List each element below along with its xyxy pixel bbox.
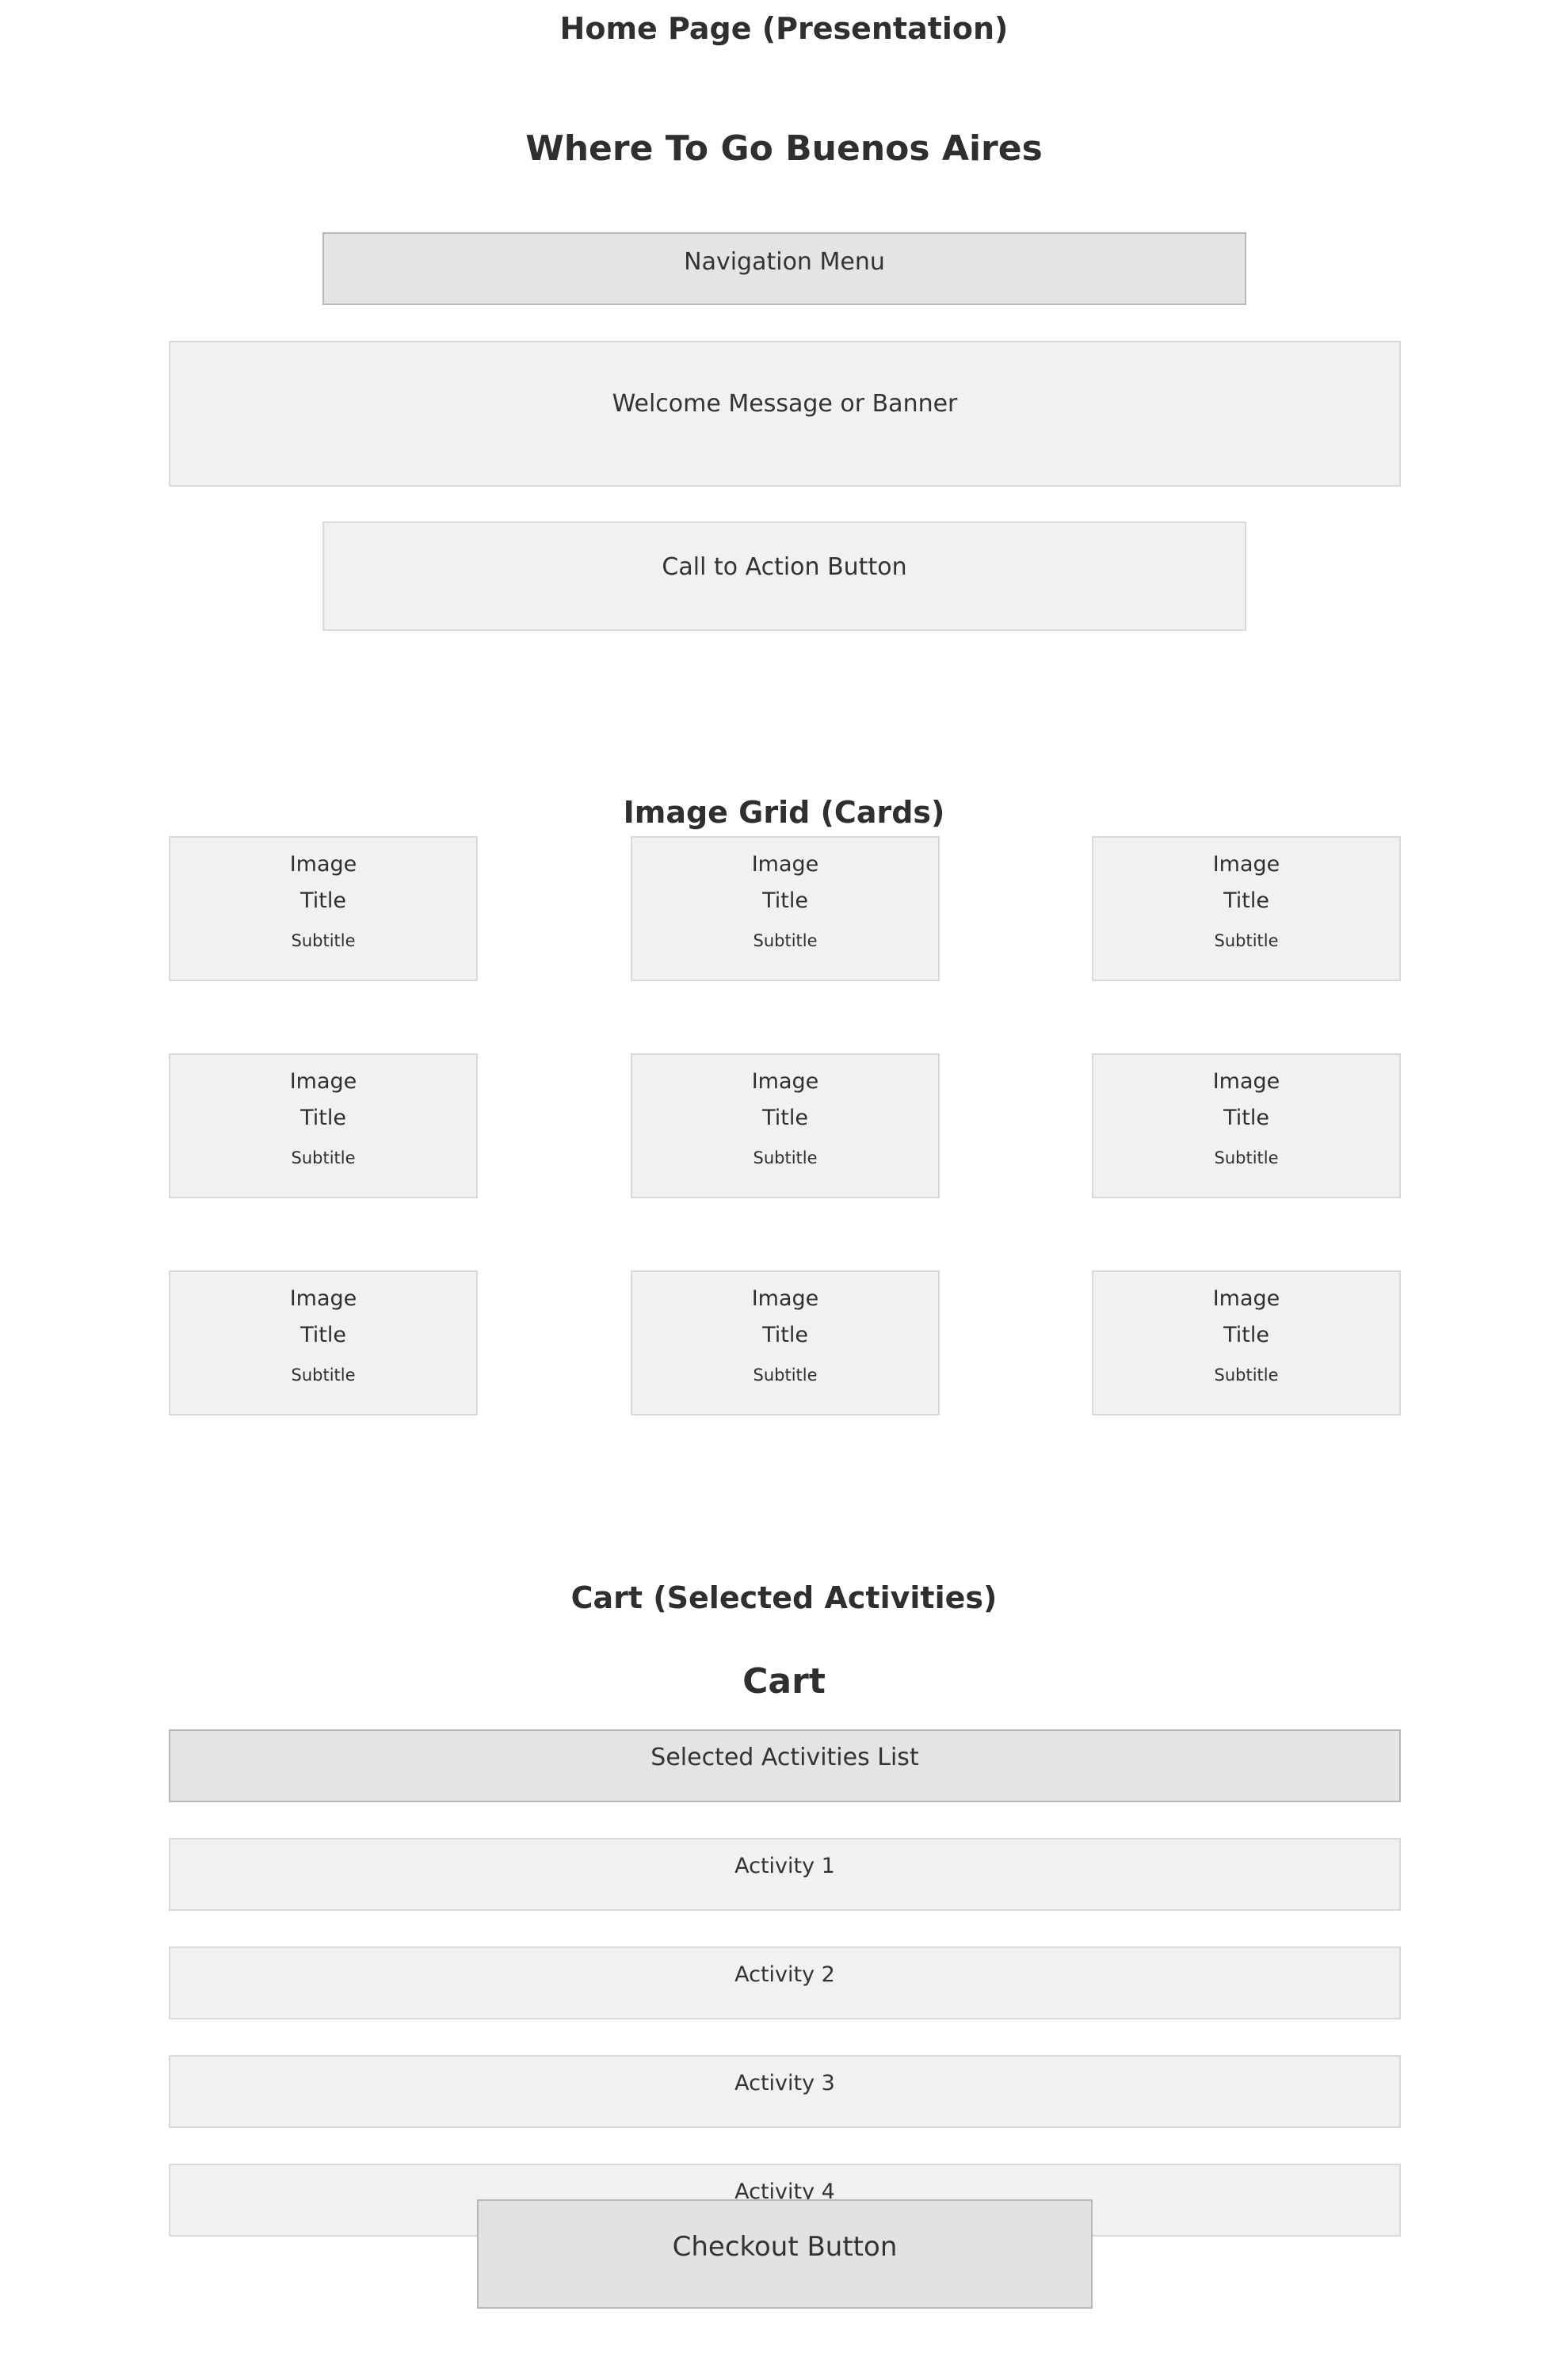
image-card[interactable]: Image Title Subtitle bbox=[1092, 1053, 1401, 1198]
card-subtitle: Subtitle bbox=[1214, 931, 1279, 950]
card-image-label: Image bbox=[289, 1069, 357, 1094]
card-title: Title bbox=[762, 888, 808, 913]
card-subtitle: Subtitle bbox=[291, 931, 356, 950]
card-image-label: Image bbox=[1212, 852, 1280, 877]
card-title: Title bbox=[1223, 888, 1269, 913]
card-image-label: Image bbox=[751, 1069, 819, 1094]
card-subtitle: Subtitle bbox=[1214, 1366, 1279, 1385]
image-card[interactable]: Image Title Subtitle bbox=[631, 1270, 940, 1415]
card-title: Title bbox=[300, 1106, 346, 1130]
card-title: Title bbox=[762, 1323, 808, 1347]
card-image-label: Image bbox=[289, 1286, 357, 1311]
card-title: Title bbox=[300, 888, 346, 913]
section-heading-home: Home Page (Presentation) bbox=[559, 11, 1009, 46]
navigation-menu[interactable]: Navigation Menu bbox=[322, 232, 1246, 305]
card-image-label: Image bbox=[1212, 1286, 1280, 1311]
card-image-label: Image bbox=[751, 852, 819, 877]
card-title: Title bbox=[762, 1106, 808, 1130]
image-card[interactable]: Image Title Subtitle bbox=[169, 1053, 478, 1198]
cart-activity-item[interactable]: Activity 3 bbox=[169, 2055, 1401, 2128]
image-card[interactable]: Image Title Subtitle bbox=[631, 836, 940, 981]
card-subtitle: Subtitle bbox=[753, 1366, 818, 1385]
cta-button[interactable]: Call to Action Button bbox=[322, 521, 1246, 631]
card-title: Title bbox=[1223, 1323, 1269, 1347]
cart-title: Cart bbox=[742, 1661, 826, 1702]
welcome-banner: Welcome Message or Banner bbox=[169, 341, 1401, 487]
card-title: Title bbox=[1223, 1106, 1269, 1130]
card-subtitle: Subtitle bbox=[753, 1148, 818, 1167]
section-heading-grid: Image Grid (Cards) bbox=[623, 795, 945, 830]
card-image-label: Image bbox=[289, 852, 357, 877]
checkout-button[interactable]: Checkout Button bbox=[477, 2199, 1093, 2309]
image-card[interactable]: Image Title Subtitle bbox=[1092, 836, 1401, 981]
card-image-label: Image bbox=[751, 1286, 819, 1311]
card-image-label: Image bbox=[1212, 1069, 1280, 1094]
image-card[interactable]: Image Title Subtitle bbox=[169, 1270, 478, 1415]
cart-activity-item[interactable]: Activity 2 bbox=[169, 1946, 1401, 2019]
section-heading-cart: Cart (Selected Activities) bbox=[570, 1580, 998, 1615]
card-subtitle: Subtitle bbox=[291, 1366, 356, 1385]
image-card[interactable]: Image Title Subtitle bbox=[1092, 1270, 1401, 1415]
card-subtitle: Subtitle bbox=[291, 1148, 356, 1167]
selected-activities-list-header: Selected Activities List bbox=[169, 1729, 1401, 1802]
card-subtitle: Subtitle bbox=[1214, 1148, 1279, 1167]
card-subtitle: Subtitle bbox=[753, 931, 818, 950]
card-title: Title bbox=[300, 1323, 346, 1347]
image-card[interactable]: Image Title Subtitle bbox=[631, 1053, 940, 1198]
image-card[interactable]: Image Title Subtitle bbox=[169, 836, 478, 981]
cart-activity-item[interactable]: Activity 1 bbox=[169, 1838, 1401, 1911]
site-title: Where To Go Buenos Aires bbox=[525, 128, 1043, 169]
